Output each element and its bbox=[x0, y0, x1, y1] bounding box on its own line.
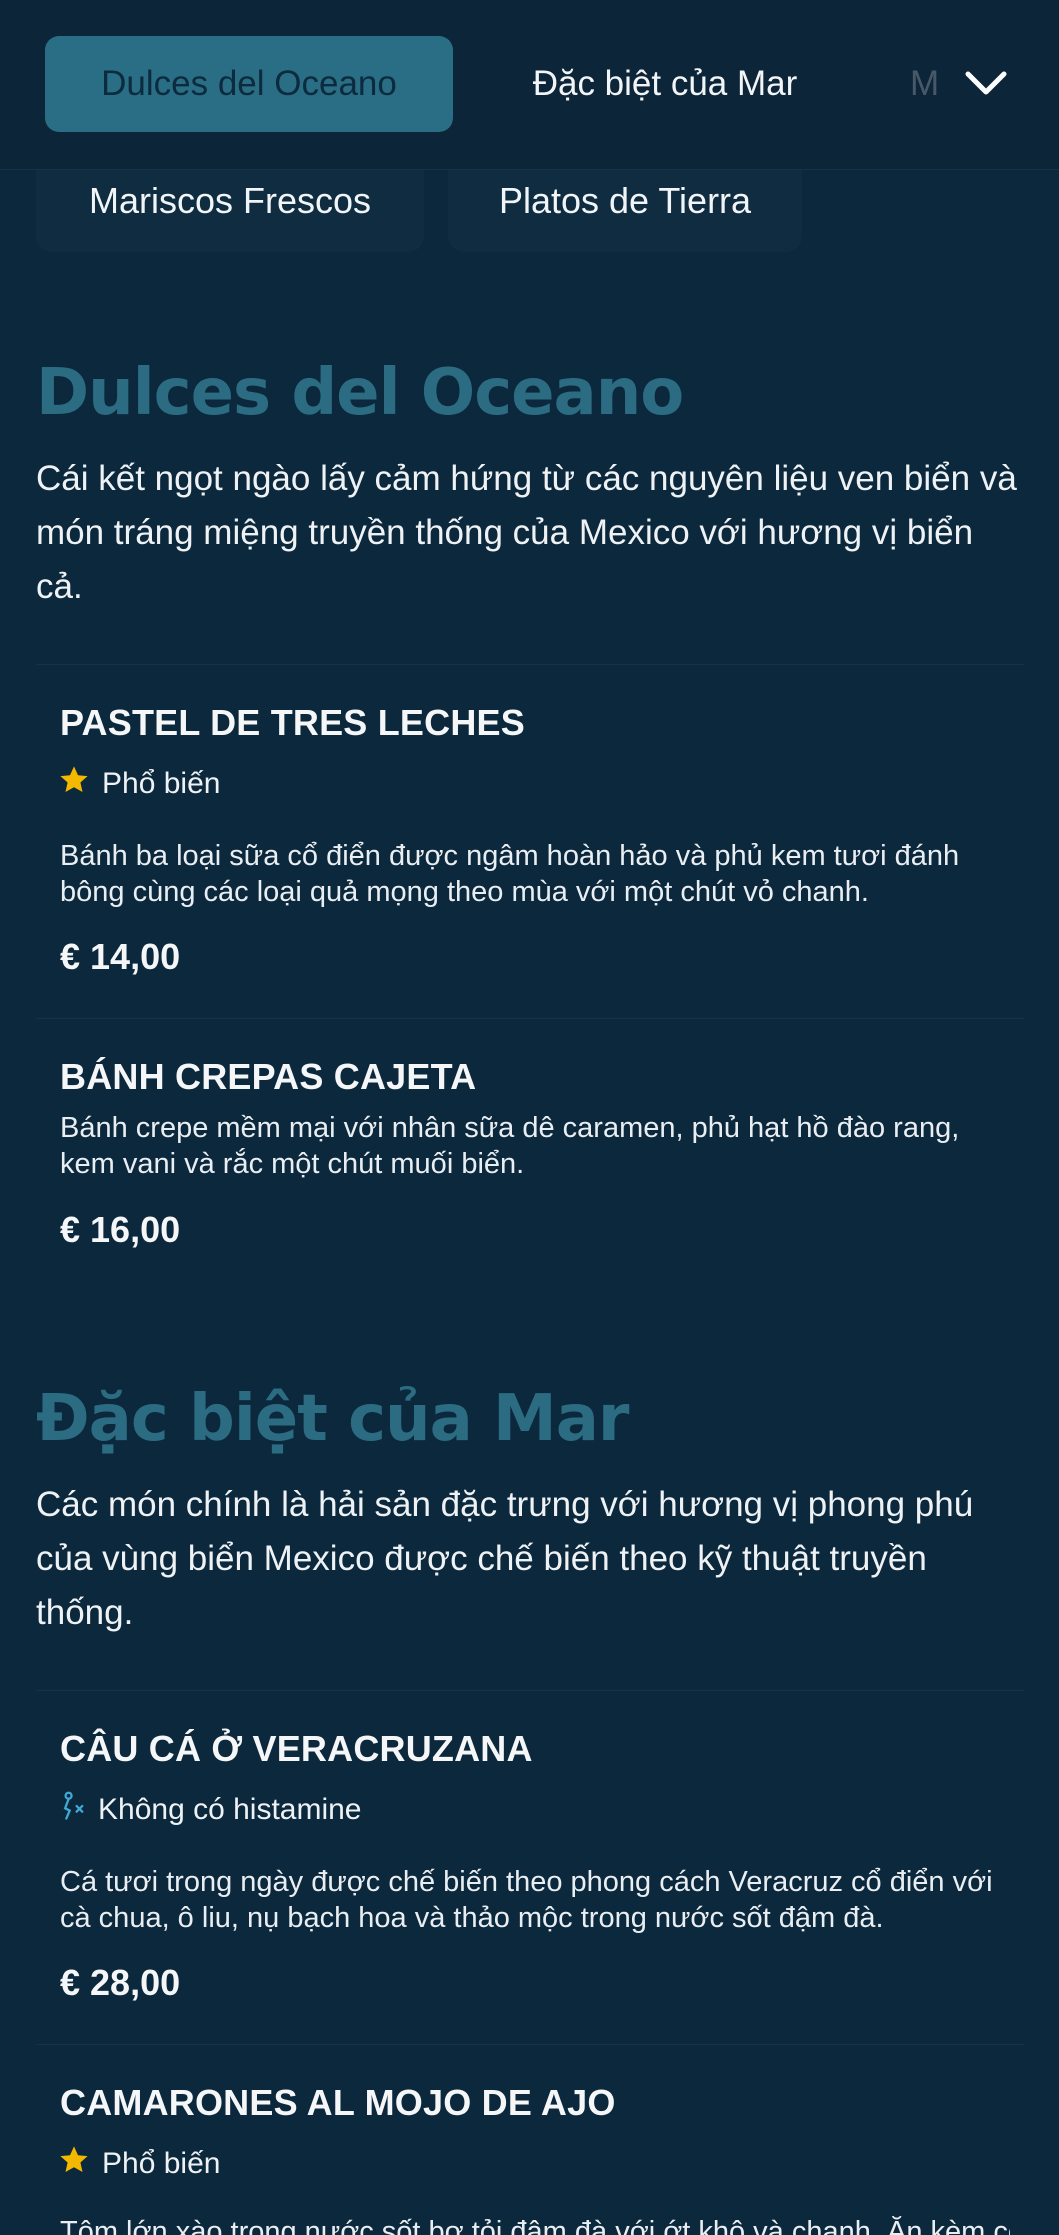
category-tab-label: Dulces del Oceano bbox=[101, 64, 397, 103]
item-description: Bánh crepe mềm mại với nhân sữa dê caram… bbox=[60, 1112, 960, 1180]
star-icon bbox=[58, 764, 90, 804]
category-nav-bar: Dulces del Oceano Đặc biệt của Mar M bbox=[0, 0, 1059, 170]
divider bbox=[36, 664, 1024, 665]
item-name: BÁNH CREPAS CAJETA bbox=[60, 1056, 477, 1097]
histamine-free-badge: Không có histamine bbox=[58, 1790, 362, 1830]
divider bbox=[36, 1690, 1024, 1691]
section-description: Cái kết ngọt ngào lấy cảm hứng từ các ng… bbox=[36, 459, 1017, 606]
badge-label: Không có histamine bbox=[98, 1793, 362, 1826]
section-title: Đặc biệt của Mar bbox=[36, 1382, 629, 1456]
category-tab-especial-del-mar[interactable]: Đặc biệt của Mar bbox=[480, 36, 850, 132]
category-tab-label: M bbox=[910, 64, 940, 103]
badge-label: Phổ biến bbox=[102, 2147, 221, 2180]
category-pill-label: Mariscos Frescos bbox=[88, 180, 372, 221]
item-description: Bánh ba loại sữa cổ điển được ngâm hoàn … bbox=[60, 840, 960, 908]
badge-label: Phổ biến bbox=[102, 767, 221, 800]
category-tab-partial[interactable]: M bbox=[910, 36, 950, 132]
item-price: € 16,00 bbox=[60, 1209, 181, 1250]
item-price: € 14,00 bbox=[60, 936, 181, 977]
divider bbox=[36, 1018, 1024, 1019]
category-tab-dulces-del-oceano[interactable]: Dulces del Oceano bbox=[45, 36, 453, 132]
item-description: Cá tươi trong ngày được chế biến theo ph… bbox=[60, 1866, 993, 1934]
chevron-down-icon[interactable] bbox=[958, 58, 1014, 110]
histamine-free-icon bbox=[58, 1790, 86, 1830]
item-name: CAMARONES AL MOJO DE AJO bbox=[60, 2082, 616, 2123]
category-pill-label: Platos de Tierra bbox=[498, 180, 752, 221]
item-name: CÂU CÁ Ở VERACRUZANA bbox=[60, 1728, 533, 1769]
item-name: PASTEL DE TRES LECHES bbox=[60, 702, 525, 743]
star-icon bbox=[58, 2144, 90, 2184]
item-price: € 28,00 bbox=[60, 1962, 181, 2003]
divider bbox=[36, 2044, 1024, 2045]
section-title: Dulces del Oceano bbox=[36, 356, 684, 430]
menu-page: Mariscos Frescos Platos de Tierra Dulces… bbox=[0, 0, 1059, 2235]
category-tab-label: Đặc biệt của Mar bbox=[532, 64, 798, 103]
item-description: Tôm lớn xào trong nước sốt bơ tỏi đậm đà… bbox=[60, 2216, 1010, 2235]
popular-badge: Phổ biến bbox=[58, 2144, 220, 2184]
section-description: Các món chính là hải sản đặc trưng với h… bbox=[36, 1485, 974, 1632]
popular-badge: Phổ biến bbox=[58, 764, 220, 804]
